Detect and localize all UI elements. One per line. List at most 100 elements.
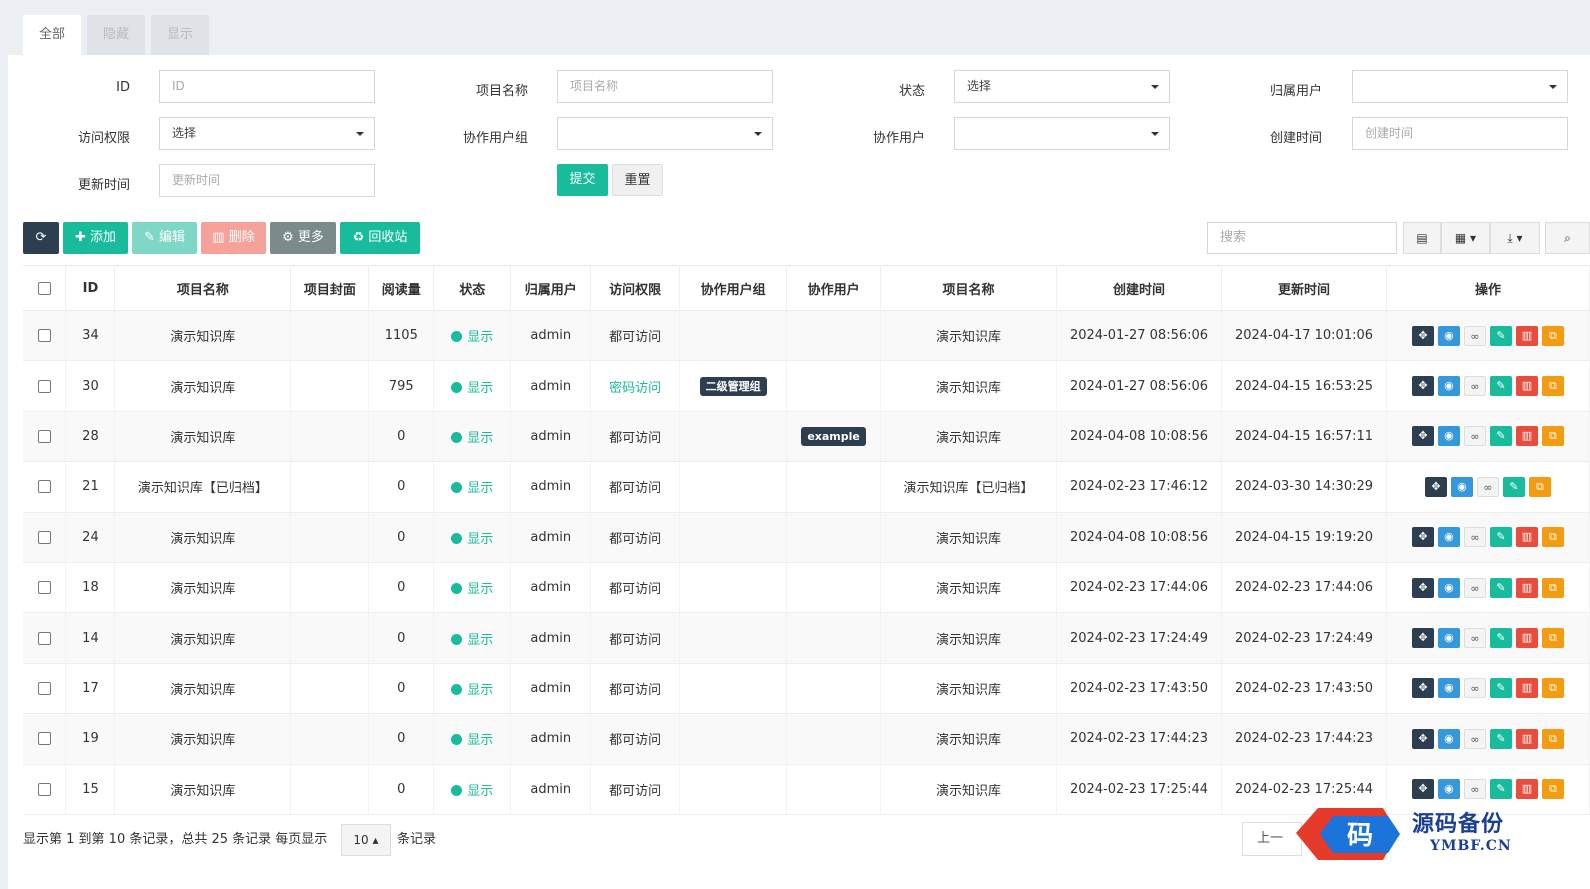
search-input[interactable]: 搜索 [1207, 222, 1397, 254]
status-text[interactable]: 显示 [467, 431, 493, 446]
col-header[interactable]: 状态 [433, 265, 512, 311]
perm-select[interactable]: 选择 [159, 117, 375, 150]
row-select-cell[interactable] [23, 461, 67, 513]
pencil-button[interactable]: ✎ [1489, 325, 1512, 346]
row-select-cell[interactable] [23, 411, 67, 463]
row-checkbox[interactable] [37, 732, 51, 746]
status-text[interactable]: 显示 [467, 582, 493, 597]
pencil-button[interactable]: ✎ [1489, 779, 1512, 800]
col-header[interactable]: 项目封面 [290, 265, 370, 311]
id-input[interactable]: ID [159, 70, 375, 103]
link-button[interactable]: ∞ [1463, 678, 1486, 699]
perm-text[interactable]: 都可访问 [609, 633, 661, 648]
col-header[interactable]: 阅读量 [368, 265, 435, 311]
row-checkbox[interactable] [37, 480, 51, 494]
select-all-cell[interactable] [23, 265, 67, 311]
row-select-cell[interactable] [23, 764, 67, 815]
col-header[interactable]: 项目名称 [880, 265, 1058, 311]
search-button[interactable]: ⌕ [1545, 222, 1590, 254]
row-select-cell[interactable] [23, 310, 67, 362]
link-button[interactable]: ∞ [1463, 628, 1486, 649]
eye-button[interactable]: ◉ [1437, 577, 1460, 598]
row-checkbox[interactable] [37, 631, 51, 645]
pencil-button[interactable]: ✎ [1502, 476, 1525, 497]
drag-button[interactable]: ✥ [1411, 577, 1434, 598]
select-all-checkbox[interactable] [37, 281, 51, 295]
row-checkbox[interactable] [37, 429, 51, 443]
pencil-button[interactable]: ✎ [1489, 577, 1512, 598]
eye-button[interactable]: ◉ [1437, 779, 1460, 800]
copy-button[interactable]: ⧉ [1541, 376, 1564, 397]
copy-button[interactable]: ⧉ [1541, 779, 1564, 800]
pencil-button[interactable]: ✎ [1489, 527, 1512, 548]
columns-button[interactable]: ▦ ▾ [1441, 222, 1490, 254]
trash-button[interactable]: ▥ [1515, 325, 1538, 346]
eye-button[interactable]: ◉ [1437, 426, 1460, 447]
page-size-dropdown[interactable]: 10 ▴ [341, 824, 391, 856]
updated-input[interactable]: 更新时间 [159, 164, 375, 197]
perm-text[interactable]: 都可访问 [609, 582, 661, 597]
status-text[interactable]: 显示 [467, 733, 493, 748]
add-button[interactable]: ✚ 添加 [63, 222, 128, 254]
tab-shown[interactable]: 显示 [151, 15, 209, 55]
row-select-cell[interactable] [23, 713, 67, 765]
drag-button[interactable]: ✥ [1411, 779, 1434, 800]
eye-button[interactable]: ◉ [1437, 678, 1460, 699]
link-button[interactable]: ∞ [1463, 376, 1486, 397]
perm-text[interactable]: 都可访问 [609, 784, 661, 799]
trash-button[interactable]: ▥ [1515, 376, 1538, 397]
table-row[interactable]: 30 演示知识库 795 显示 admin 密码访问 二级管理组 演示知识库 2… [23, 360, 1590, 412]
trash-button[interactable]: ▥ [1515, 678, 1538, 699]
status-text[interactable]: 显示 [467, 683, 493, 698]
col-header[interactable]: 项目名称 [114, 265, 292, 311]
col-header[interactable]: 更新时间 [1221, 265, 1387, 311]
owner-select[interactable] [1352, 70, 1568, 103]
drag-button[interactable]: ✥ [1411, 728, 1434, 749]
eye-button[interactable]: ◉ [1450, 476, 1473, 497]
table-row[interactable]: 34 演示知识库 1105 显示 admin 都可访问 演示知识库 2024-0… [23, 310, 1590, 362]
eye-button[interactable]: ◉ [1437, 628, 1460, 649]
trash-button[interactable]: ▥ [1515, 426, 1538, 447]
export-button[interactable]: ⤓ ▾ [1490, 222, 1540, 254]
copy-button[interactable]: ⧉ [1541, 325, 1564, 346]
trash-button[interactable]: ▥ [1515, 728, 1538, 749]
tab-all[interactable]: 全部 [23, 15, 81, 55]
copy-button[interactable]: ⧉ [1528, 476, 1551, 497]
table-row[interactable]: 14 演示知识库 0 显示 admin 都可访问 演示知识库 2024-02-2… [23, 612, 1590, 664]
row-select-cell[interactable] [23, 360, 67, 412]
table-row[interactable]: 17 演示知识库 0 显示 admin 都可访问 演示知识库 2024-02-2… [23, 663, 1590, 715]
delete-button[interactable]: ▥ 删除 [201, 222, 266, 254]
status-text[interactable]: 显示 [467, 633, 493, 648]
row-checkbox[interactable] [37, 379, 51, 393]
eye-button[interactable]: ◉ [1437, 728, 1460, 749]
copy-button[interactable]: ⧉ [1541, 678, 1564, 699]
edit-button[interactable]: ✎ 编辑 [132, 222, 197, 254]
row-checkbox[interactable] [37, 329, 51, 343]
reset-button[interactable]: 重置 [612, 164, 663, 196]
col-header[interactable]: ID [65, 265, 116, 311]
drag-button[interactable]: ✥ [1411, 376, 1434, 397]
row-select-cell[interactable] [23, 562, 67, 614]
perm-text[interactable]: 都可访问 [609, 532, 661, 547]
copy-button[interactable]: ⧉ [1541, 426, 1564, 447]
drag-button[interactable]: ✥ [1411, 628, 1434, 649]
name-input[interactable]: 项目名称 [557, 70, 773, 103]
link-button[interactable]: ∞ [1463, 527, 1486, 548]
created-input[interactable]: 创建时间 [1352, 117, 1568, 150]
table-row[interactable]: 18 演示知识库 0 显示 admin 都可访问 演示知识库 2024-02-2… [23, 562, 1590, 614]
table-row[interactable]: 24 演示知识库 0 显示 admin 都可访问 演示知识库 2024-04-0… [23, 512, 1590, 563]
drag-button[interactable]: ✥ [1411, 325, 1434, 346]
col-header[interactable]: 协作用户组 [679, 265, 788, 311]
status-select[interactable]: 选择 [954, 70, 1170, 103]
trash-button[interactable]: ▥ [1515, 779, 1538, 800]
pencil-button[interactable]: ✎ [1489, 628, 1512, 649]
row-checkbox[interactable] [37, 782, 51, 796]
more-button[interactable]: ⚙ 更多 [270, 222, 336, 254]
status-text[interactable]: 显示 [467, 784, 493, 799]
perm-text[interactable]: 都可访问 [609, 733, 661, 748]
status-text[interactable]: 显示 [467, 532, 493, 547]
tab-hidden[interactable]: 隐藏 [87, 15, 145, 55]
col-header[interactable]: 访问权限 [590, 265, 681, 311]
trash-button[interactable]: ▥ [1515, 628, 1538, 649]
copy-button[interactable]: ⧉ [1541, 628, 1564, 649]
